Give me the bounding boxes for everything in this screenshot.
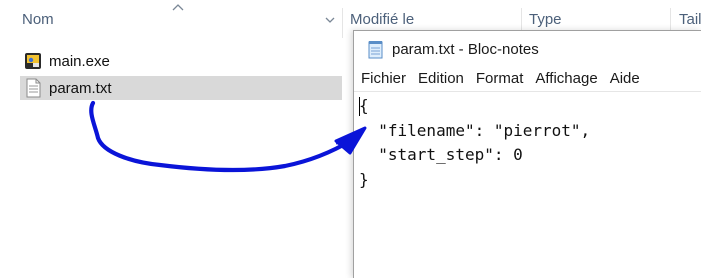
notepad-editor[interactable]: { "filename": "pierrot", "start_step": 0… xyxy=(354,91,701,278)
menu-affichage[interactable]: Affichage xyxy=(529,67,603,91)
chevron-down-icon[interactable] xyxy=(323,14,337,26)
file-row-main-exe[interactable]: main.exe xyxy=(20,49,342,73)
menu-edition[interactable]: Edition xyxy=(412,67,470,91)
file-name: main.exe xyxy=(49,52,110,70)
menu-format[interactable]: Format xyxy=(470,67,530,91)
file-row-param-txt[interactable]: param.txt xyxy=(20,76,342,100)
notepad-title: param.txt - Bloc-notes xyxy=(392,40,539,58)
menu-aide[interactable]: Aide xyxy=(604,67,646,91)
column-size-label: Tail xyxy=(679,11,701,28)
notepad-text-content: { "filename": "pierrot", "start_step": 0… xyxy=(359,96,591,189)
column-name-label: Nom xyxy=(22,11,54,28)
file-name: param.txt xyxy=(49,79,112,97)
exe-app-icon xyxy=(25,53,41,69)
notepad-menu-bar: Fichier Edition Format Affichage Aide xyxy=(354,67,701,91)
menu-fichier[interactable]: Fichier xyxy=(354,67,412,91)
arrow-stroke xyxy=(89,100,355,173)
column-modified-label: Modifié le xyxy=(350,11,415,28)
column-name[interactable]: Nom xyxy=(0,0,343,39)
column-type-label: Type xyxy=(529,11,562,28)
notepad-title-bar[interactable]: param.txt - Bloc-notes xyxy=(354,31,701,67)
notepad-window: param.txt - Bloc-notes Fichier Edition F… xyxy=(353,30,701,278)
notepad-app-icon xyxy=(368,40,383,58)
text-file-icon xyxy=(26,78,41,98)
